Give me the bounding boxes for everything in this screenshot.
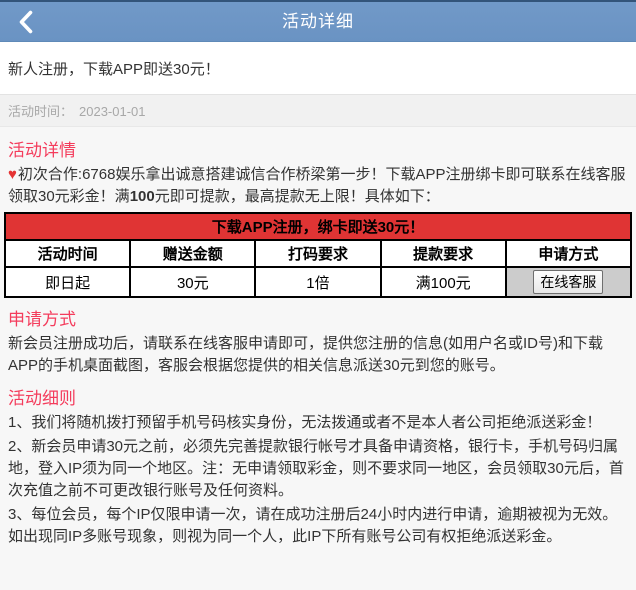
- back-button[interactable]: [8, 2, 42, 42]
- rule-item-3: 3、每位会员，每个IP仅限申请一次，请在成功注册后24小时内进行申请，逾期被视为…: [8, 504, 628, 548]
- activity-time-bar: 活动时间： 2023-01-01: [0, 95, 636, 127]
- activity-time-value: 2023-01-01: [79, 104, 146, 119]
- activity-time-label: 活动时间：: [8, 104, 73, 119]
- rules-heading: 活动细则: [8, 384, 628, 409]
- cell-withdraw: 满100元: [381, 267, 506, 297]
- cell-apply: 在线客服: [506, 267, 631, 297]
- rule-item-2: 2、新会员申请30元之前，必须先完善提款银行帐号才具备申请资格，银行卡，手机号码…: [8, 436, 628, 502]
- col-header-withdraw: 提款要求: [381, 240, 506, 267]
- promo-notice: 新人注册，下载APP即送30元！: [0, 42, 636, 95]
- intro-bold-amount: 100: [130, 188, 155, 205]
- apply-heading: 申请方式: [8, 305, 628, 330]
- table-header-row: 活动时间 赠送金额 打码要求 提款要求 申请方式: [5, 240, 631, 267]
- details-heading: 活动详情: [8, 136, 628, 161]
- heart-icon: ♥: [8, 166, 17, 183]
- cell-wager: 1倍: [255, 267, 380, 297]
- rule-item-1: 1、我们将随机拨打预留手机号码核实身份，无法拨通或者不是本人者公司拒绝派送彩金！: [8, 412, 628, 434]
- col-header-bonus: 赠送金额: [130, 240, 255, 267]
- col-header-apply: 申请方式: [506, 240, 631, 267]
- table-caption-row: 下载APP注册，绑卡即送30元！: [5, 213, 631, 240]
- table-row: 即日起 30元 1倍 满100元 在线客服: [5, 267, 631, 297]
- page-title: 活动详细: [0, 2, 636, 42]
- promo-table: 下载APP注册，绑卡即送30元！ 活动时间 赠送金额 打码要求 提款要求 申请方…: [4, 212, 632, 298]
- promo-intro: ♥初次合作:6768娱乐拿出诚意搭建诚信合作桥梁第一步！下载APP注册绑卡即可联…: [8, 164, 628, 208]
- online-service-button[interactable]: 在线客服: [533, 270, 603, 294]
- intro-text-2: 元即可提款，最高提款无上限！具体如下：: [155, 188, 440, 205]
- cell-bonus: 30元: [130, 267, 255, 297]
- table-caption: 下载APP注册，绑卡即送30元！: [5, 213, 631, 240]
- col-header-time: 活动时间: [5, 240, 130, 267]
- col-header-wager: 打码要求: [255, 240, 380, 267]
- header-bar: 活动详细: [0, 2, 636, 42]
- cell-time: 即日起: [5, 267, 130, 297]
- chevron-left-icon: [18, 10, 33, 34]
- activity-content: 活动详情 ♥初次合作:6768娱乐拿出诚意搭建诚信合作桥梁第一步！下载APP注册…: [0, 127, 636, 590]
- apply-text: 新会员注册成功后，请联系在线客服申请即可，提供您注册的信息(如用户名或ID号)和…: [8, 333, 628, 377]
